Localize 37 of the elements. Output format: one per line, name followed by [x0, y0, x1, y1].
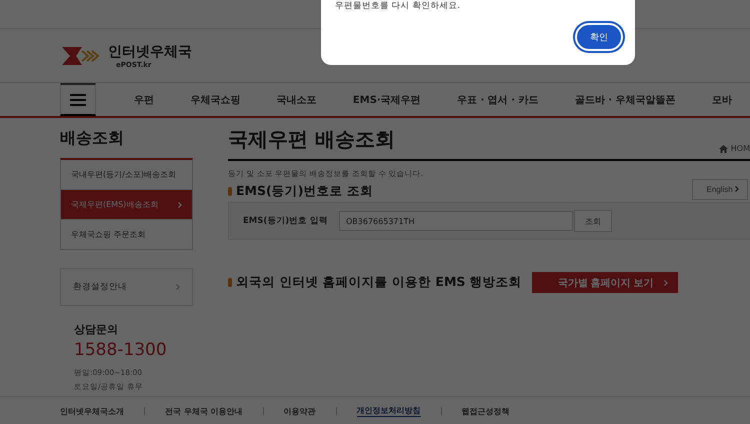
logo-title: 인터넷우체국 — [108, 42, 192, 60]
nav-item[interactable]: 우편 — [128, 92, 160, 106]
nav-item[interactable]: 우체국쇼핑 — [184, 92, 246, 106]
sidebar-item[interactable]: 국제우편(EMS)배송조회 — [61, 190, 192, 220]
breadcrumb[interactable]: HOM — [730, 144, 750, 153]
footer-link[interactable]: 인터넷우체국소개 — [60, 406, 124, 416]
section-title: EMS(등기)번호로 조회 — [236, 183, 373, 200]
footer-link[interactable]: 전국 우체국 이용안내 — [165, 406, 243, 416]
nav-item[interactable]: EMS·국제우편 — [346, 92, 427, 106]
nav-item[interactable]: 국내소포 — [270, 92, 323, 106]
chevron-icon — [735, 186, 739, 192]
ok-button[interactable]: 확인 — [575, 23, 623, 51]
chevron-icon — [176, 284, 180, 290]
dialog-message: 우편물번호를 다시 확인하세요. — [335, 0, 460, 12]
home-icon — [718, 144, 728, 152]
english-button[interactable]: English — [692, 179, 748, 200]
logo-icon — [62, 44, 102, 66]
nav-item[interactable]: 골드바 · 우체국알뜰폰 — [568, 92, 682, 106]
menu-icon — [70, 94, 86, 106]
phone-number: 1588-1300 — [74, 340, 168, 360]
settings-link[interactable]: 환경설정안내 — [60, 268, 193, 306]
sidebar-title: 배송조회 — [60, 128, 125, 149]
chevron-icon — [178, 202, 182, 208]
nav-item[interactable]: 모바 — [706, 92, 738, 106]
country-sites-button[interactable]: 국가별 홈페이지 보기 — [532, 272, 678, 293]
search-button[interactable]: 조회 — [574, 210, 612, 232]
tracking-number-field[interactable]: OB367665371TH — [339, 211, 573, 231]
nav-item[interactable]: 우표 · 엽서 · 카드 — [450, 92, 545, 106]
contact-title: 상담문의 — [74, 322, 119, 337]
chevron-icon — [664, 280, 668, 286]
footer-link[interactable]: 이용약관 — [284, 406, 316, 416]
footer-link[interactable]: 개인정보처리방침 — [356, 405, 421, 417]
page-title: 국제우편 배송조회 — [228, 126, 395, 153]
section-title: 외국의 인터넷 홈페이지를 이용한 EMS 행방조회 — [236, 274, 522, 291]
menu-button[interactable] — [60, 83, 96, 116]
footer-link[interactable]: 웹접근성정책 — [462, 406, 510, 416]
sidebar-item[interactable]: 우체국쇼핑 주문조회 — [61, 220, 192, 249]
